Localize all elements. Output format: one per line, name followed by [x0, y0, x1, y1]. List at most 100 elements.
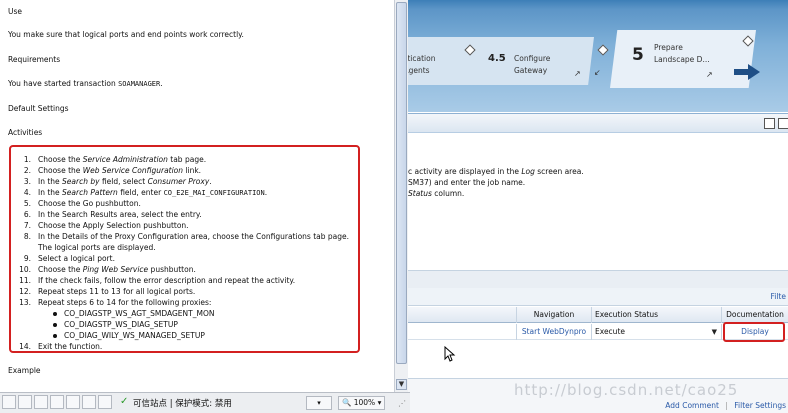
vertical-scrollbar[interactable]: ▼: [394, 0, 408, 392]
log-panel-header: [396, 113, 788, 133]
column-header-documentation[interactable]: Documentation: [721, 307, 788, 323]
step-number: 1.: [23, 155, 31, 164]
security-zone-text[interactable]: 可信站点 | 保护模式: 禁用: [133, 397, 232, 409]
step-number: 6.: [23, 210, 31, 219]
help-content: Use You make sure that logical ports and…: [0, 0, 393, 392]
bullet-icon: [53, 312, 57, 316]
requirements-text: You have started transaction SOAMANAGER.: [8, 79, 163, 88]
step-text: If the check fails, follow the error des…: [38, 276, 296, 285]
add-comment-link[interactable]: Add Comment: [665, 401, 719, 410]
proxy-name: CO_DIAG_WILY_WS_MANAGED_SETUP: [64, 331, 205, 340]
step-status-diamond-icon: [597, 44, 609, 56]
bottom-toolbar: http://blog.csdn.net/cao25 Add Comment |…: [396, 378, 788, 413]
execution-status-dropdown[interactable]: Execute ▼: [591, 324, 721, 340]
roadmap-bar: entication r Agents 4.5 Configure Gatewa…: [396, 0, 788, 112]
step-number: 10.: [19, 265, 31, 274]
step-number: 8.: [23, 232, 31, 241]
panel-minimize-icon[interactable]: [778, 118, 788, 129]
proxy-list-item: CO_DIAG_WILY_WS_MANAGED_SETUP: [53, 331, 205, 340]
status-slot: [98, 395, 112, 409]
roadmap-step-label-2: Landscape D...: [654, 55, 710, 64]
step-number: 3.: [23, 177, 31, 186]
log-line: c activity are displayed in the Log scre…: [408, 167, 584, 176]
step-text: The logical ports are displayed.: [38, 243, 156, 252]
column-header-execution-status[interactable]: Execution Status: [591, 307, 721, 323]
bullet-icon: [53, 323, 57, 327]
step-number: 14.: [19, 342, 31, 351]
table-header-row: Navigation Execution Status Documentatio…: [396, 307, 788, 323]
roadmap-step-configure-gateway[interactable]: 4.5 Configure Gateway ↗: [476, 37, 594, 85]
section-heading-activities: Activities: [8, 128, 43, 137]
step-text: Select a logical port.: [38, 254, 115, 263]
use-text: You make sure that logical ports and end…: [8, 30, 244, 39]
filter-link[interactable]: Filte: [771, 292, 787, 301]
scroll-down-arrow-icon[interactable]: ▼: [396, 379, 407, 390]
start-webdynpro-link[interactable]: Start WebDynpro: [516, 324, 591, 340]
log-text-area: c activity are displayed in the Log scre…: [396, 133, 788, 269]
log-line: SM37) and enter the job name.: [408, 178, 526, 187]
section-heading-use: Use: [8, 7, 23, 16]
solman-setup-window: entication r Agents 4.5 Configure Gatewa…: [396, 0, 788, 413]
roadmap-step-label-2: Gateway: [514, 66, 548, 75]
mouse-pointer-icon: [444, 346, 456, 362]
log-line: Status column.: [408, 189, 465, 198]
step-text: Choose the Go pushbutton.: [38, 199, 141, 208]
proxy-list-item: CO_DIAGSTP_WS_DIAG_SETUP: [53, 320, 178, 329]
roadmap-step-label-1: Prepare: [654, 43, 683, 52]
step-number: 13.: [19, 298, 31, 307]
step-text: Exit the function.: [38, 342, 103, 351]
activities-steps-highlight: 1. Choose the Service Administration tab …: [9, 145, 360, 353]
status-slot: [18, 395, 32, 409]
bullet-icon: [53, 334, 57, 338]
trusted-site-check-icon: ✓: [120, 396, 129, 407]
table-cell-blank: [396, 324, 516, 340]
execution-status-value: Execute: [595, 327, 625, 336]
proxy-name: CO_DIAGSTP_WS_DIAG_SETUP: [64, 320, 178, 329]
display-highlight-box: [723, 322, 785, 342]
step-number: 7.: [23, 221, 31, 230]
step-text: In the Details of the Proxy Configuratio…: [38, 232, 350, 241]
step-text: Choose the Web Service Configuration lin…: [38, 166, 202, 175]
resize-grip-icon[interactable]: ⋰: [398, 399, 406, 408]
step-number: 2.: [23, 166, 31, 175]
proxy-name: CO_DIAGSTP_WS_AGT_SMDAGENT_MON: [64, 309, 215, 318]
step-text: Choose the Service Administration tab pa…: [38, 155, 207, 164]
step-number: 12.: [19, 287, 31, 296]
roadmap-step-number: 4.5: [488, 53, 506, 64]
section-heading-default-settings: Default Settings: [8, 104, 69, 113]
scrollbar-thumb[interactable]: [396, 2, 407, 364]
step-text: In the Search Results area, select the e…: [38, 210, 202, 219]
step-number: 4.: [23, 188, 31, 197]
help-document-window: Use You make sure that logical ports and…: [0, 0, 408, 413]
expand-arrow-icon[interactable]: ↗: [706, 70, 713, 79]
zoom-level: 100%: [353, 398, 376, 407]
status-slot: [2, 395, 16, 409]
dropdown-caret-icon[interactable]: ▼: [712, 324, 717, 340]
browser-status-bar: ✓ 可信站点 | 保护模式: 禁用 ▾ 🔍 100% ▾ ⋰: [0, 392, 410, 413]
zoom-control[interactable]: 🔍 100% ▾: [338, 396, 386, 410]
step-text: Choose the Ping Web Service pushbutton.: [38, 265, 196, 274]
proxy-list-item: CO_DIAGSTP_WS_AGT_SMDAGENT_MON: [53, 309, 214, 318]
watermark-text: http://blog.csdn.net/cao25: [514, 381, 739, 399]
step-number: 9.: [23, 254, 31, 263]
roadmap-step-number: 5: [632, 45, 644, 65]
roadmap-step-previous[interactable]: entication r Agents: [396, 37, 488, 85]
filter-settings-link[interactable]: Filter Settings: [734, 401, 786, 410]
step-number: 11.: [19, 276, 31, 285]
security-settings-icon[interactable]: ▾: [306, 396, 332, 410]
bottom-links: Add Comment | Filter Settings: [665, 401, 786, 410]
section-heading-requirements: Requirements: [8, 55, 61, 64]
step-text: Repeat steps 11 to 13 for all logical po…: [38, 287, 196, 296]
status-slot: [82, 395, 96, 409]
step-text: In the Search by field, select Consumer …: [38, 177, 212, 186]
link-separator: |: [725, 401, 728, 410]
step-number: 5.: [23, 199, 31, 208]
panel-menu-icon[interactable]: [764, 118, 775, 129]
step-text: In the Search Pattern field, enter CO_E2…: [38, 188, 268, 197]
expand-arrow-icon[interactable]: ↗: [574, 69, 581, 78]
next-step-arrow-icon[interactable]: [734, 64, 760, 80]
step-text: Repeat steps 6 to 14 for the following p…: [38, 298, 212, 307]
collapse-arrow-icon[interactable]: ↙: [594, 68, 601, 77]
column-header-navigation[interactable]: Navigation: [516, 307, 591, 323]
section-band: [396, 270, 788, 288]
